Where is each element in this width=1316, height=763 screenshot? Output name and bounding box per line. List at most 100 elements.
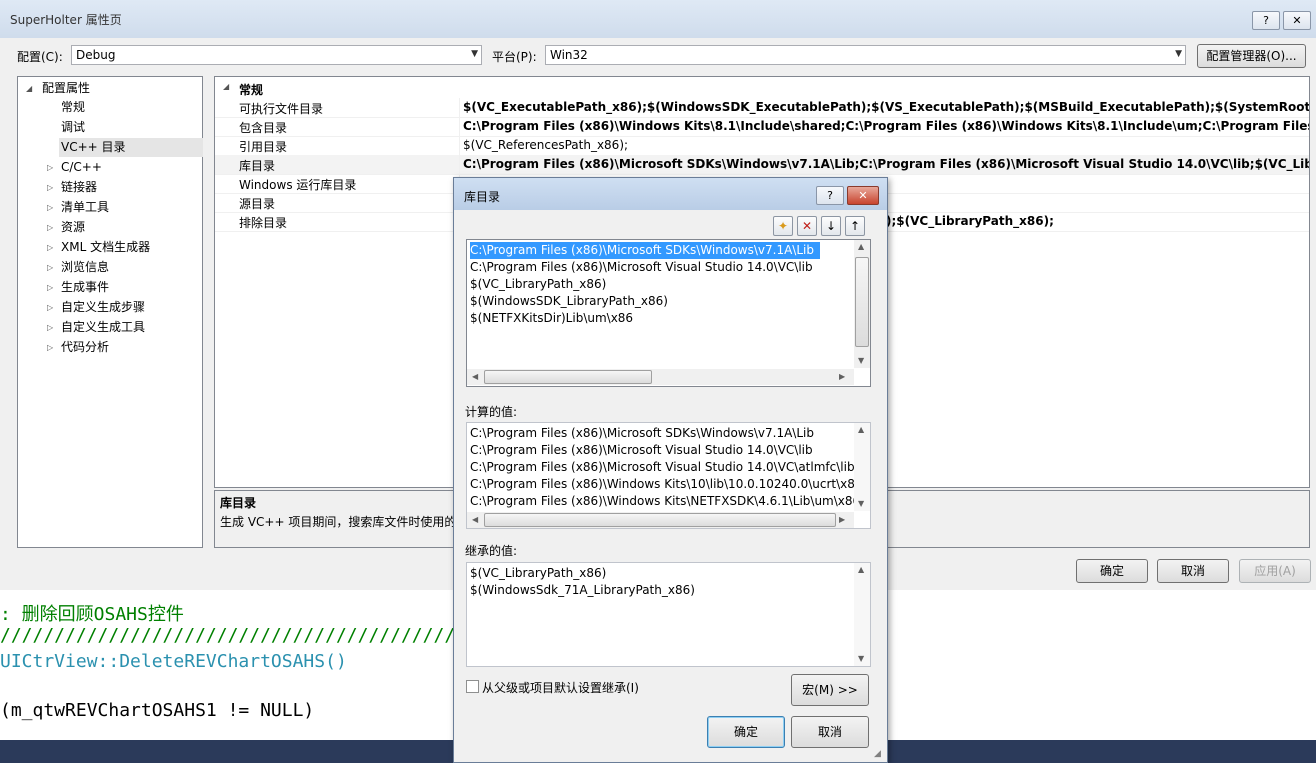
evaluated-label: 计算的值: (465, 405, 518, 419)
tree-item-label: 自定义生成步骤 (61, 300, 146, 314)
move-up-icon[interactable]: ↑ (845, 216, 865, 236)
grid-row-name: 库目录 (239, 159, 276, 173)
horizontal-scrollbar[interactable]: ◀ ▶ (467, 369, 854, 385)
inherit-checkbox-label: 从父级或项目默认设置继承(I) (482, 681, 639, 695)
dialog-cancel-button[interactable]: 取消 (791, 716, 869, 748)
expanded-triangle-icon: ◢ (26, 84, 33, 93)
property-tree: ◢ 配置属性 常规 调试 VC++ 目录 ▷ C/C++ ▷ 链接器 ▷ 清单工具 ▷… (17, 76, 203, 548)
tree-item-resources[interactable]: ▷ 资源 (47, 218, 85, 237)
collapsed-triangle-icon: ▷ (47, 243, 54, 252)
grid-row-name: 排除目录 (239, 216, 288, 230)
grid-row-executable-dirs[interactable]: 可执行文件目录 $(VC_ExecutablePath_x86);$(Window… (215, 98, 1309, 118)
list-item[interactable]: $(NETFXKitsDir)Lib\um\x86 (470, 310, 633, 327)
tree-item-linker[interactable]: ▷ 链接器 (47, 178, 97, 197)
description-text: 生成 VC++ 项目期间，搜索库文件时使用的 (220, 515, 457, 529)
tree-item-label: 生成事件 (61, 280, 110, 294)
close-icon: ✕ (1292, 14, 1302, 27)
list-item[interactable]: C:\Program Files (x86)\Microsoft Visual … (470, 259, 813, 276)
list-item[interactable]: $(WindowsSDK_LibraryPath_x86) (470, 293, 668, 310)
cancel-button[interactable]: 取消 (1157, 559, 1229, 583)
new-folder-icon[interactable]: ✦ (773, 216, 793, 236)
list-item: $(VC_LibraryPath_x86) (470, 566, 607, 580)
collapsed-triangle-icon: ▷ (47, 323, 54, 332)
grid-row-library-dirs[interactable]: 库目录 C:\Program Files (x86)\Microsoft SDKs… (215, 155, 1309, 175)
tree-item-label: 链接器 (61, 180, 98, 194)
grid-row-name: 源目录 (239, 197, 276, 211)
collapsed-triangle-icon: ▷ (47, 343, 54, 352)
tree-item-build-events[interactable]: ▷ 生成事件 (47, 278, 109, 297)
tree-item-xml-doc[interactable]: ▷ XML 文档生成器 (47, 238, 150, 257)
list-item: $(WindowsSdk_71A_LibraryPath_x86) (470, 583, 695, 597)
grid-row-value: C:\Program Files (x86)\Windows Kits\8.1\… (463, 119, 1309, 133)
code-comment-rule: ////////////////////////////////////////… (0, 625, 521, 646)
tree-item-custom-build-tool[interactable]: ▷ 自定义生成工具 (47, 318, 145, 337)
vertical-scrollbar[interactable]: ▲ ▼ (854, 563, 870, 666)
tree-item-label: XML 文档生成器 (61, 240, 151, 254)
collapsed-triangle-icon: ▷ (47, 163, 54, 172)
dialog-help-button[interactable]: ? (816, 186, 844, 205)
dialog-ok-button[interactable]: 确定 (707, 716, 785, 748)
code-comment: : 删除回顾OSAHS控件 (0, 604, 184, 625)
config-manager-button[interactable]: 配置管理器(O)... (1197, 44, 1306, 68)
platform-combo[interactable]: Win32 ▼ (545, 45, 1186, 65)
delete-icon[interactable]: ✕ (797, 216, 817, 236)
tree-item-cpp[interactable]: ▷ C/C++ (47, 158, 102, 177)
tree-item-label: 常规 (61, 100, 86, 114)
inherit-checkbox[interactable] (466, 680, 479, 693)
collapsed-triangle-icon: ▷ (47, 303, 54, 312)
grid-row-name: Windows 运行库目录 (239, 178, 357, 192)
inherited-list[interactable]: $(VC_LibraryPath_x86) $(WindowsSdk_71A_L… (466, 562, 871, 667)
close-button[interactable]: ✕ (1283, 11, 1311, 30)
grid-row-value: C:\Program Files (x86)\Microsoft SDKs\Wi… (463, 157, 1309, 171)
apply-button[interactable]: 应用(A) (1239, 559, 1311, 583)
grid-section-title: 常规 (239, 83, 264, 97)
list-item[interactable]: C:\Program Files (x86)\Microsoft SDKs\Wi… (470, 242, 820, 259)
tree-item-general[interactable]: 常规 (61, 98, 85, 117)
grid-section-header[interactable]: ◢ 常规 (215, 79, 1309, 98)
inherited-label: 继承的值: (465, 544, 518, 558)
tree-item-manifest[interactable]: ▷ 清单工具 (47, 198, 109, 217)
collapsed-triangle-icon: ▷ (47, 283, 54, 292)
vertical-scrollbar[interactable]: ▲ ▼ (854, 423, 870, 511)
code-condition: (m_qtwREVChartOSAHS1 != NULL) (0, 700, 315, 721)
evaluated-list[interactable]: C:\Program Files (x86)\Microsoft SDKs\Wi… (466, 422, 871, 529)
code-function-signature: UICtrView::DeleteREVChartOSAHS() (0, 651, 347, 672)
horizontal-scrollbar[interactable]: ◀ ▶ (467, 512, 854, 528)
collapsed-triangle-icon: ▷ (47, 263, 54, 272)
config-value: Debug (76, 48, 116, 62)
library-dirs-dialog: 库目录 ? ✕ ✦ ✕ ↓ ↑ C:\Program Files (x86)\M… (453, 177, 888, 763)
vertical-scrollbar[interactable]: ▲ ▼ (854, 240, 870, 368)
tree-root[interactable]: ◢ 配置属性 (26, 79, 90, 98)
tree-item-custom-build-step[interactable]: ▷ 自定义生成步骤 (47, 298, 145, 317)
config-combo[interactable]: Debug ▼ (71, 45, 482, 65)
grid-row-value: $(VC_ReferencesPath_x86); (463, 138, 629, 152)
list-item: C:\Program Files (x86)\Microsoft Visual … (470, 443, 813, 457)
grid-row-reference-dirs[interactable]: 引用目录 $(VC_ReferencesPath_x86); (215, 136, 1309, 156)
dialog-close-button[interactable]: ✕ (847, 186, 879, 205)
move-down-icon[interactable]: ↓ (821, 216, 841, 236)
ok-button[interactable]: 确定 (1076, 559, 1148, 583)
platform-value: Win32 (550, 48, 588, 62)
macro-button[interactable]: 宏(M) >> (791, 674, 869, 706)
list-item[interactable]: $(VC_LibraryPath_x86) (470, 276, 606, 293)
collapsed-triangle-icon: ▷ (47, 183, 54, 192)
close-icon: ✕ (858, 189, 868, 202)
window-title: SuperHolter 属性页 (10, 13, 122, 27)
tree-item-code-analysis[interactable]: ▷ 代码分析 (47, 338, 109, 357)
chevron-down-icon: ▼ (1175, 49, 1182, 59)
tree-item-label: C/C++ (61, 160, 102, 174)
description-title: 库目录 (220, 496, 257, 510)
grid-row-name: 引用目录 (239, 140, 288, 154)
list-item: C:\Program Files (x86)\Microsoft Visual … (470, 460, 855, 474)
tree-item-label: 清单工具 (61, 200, 110, 214)
tree-item-debugging[interactable]: 调试 (61, 118, 85, 137)
collapsed-triangle-icon: ▷ (47, 223, 54, 232)
entries-list[interactable]: C:\Program Files (x86)\Microsoft SDKs\Wi… (466, 239, 871, 387)
grid-row-include-dirs[interactable]: 包含目录 C:\Program Files (x86)\Windows Kits\… (215, 117, 1309, 137)
tree-item-browse-info[interactable]: ▷ 浏览信息 (47, 258, 109, 277)
tree-item-label: VC++ 目录 (61, 140, 126, 154)
resize-grip-icon[interactable]: ◢ (874, 749, 881, 759)
tree-item-vc-directories[interactable]: VC++ 目录 (59, 138, 203, 157)
list-item: C:\Program Files (x86)\Windows Kits\NETF… (470, 494, 861, 508)
help-button[interactable]: ? (1252, 11, 1280, 30)
